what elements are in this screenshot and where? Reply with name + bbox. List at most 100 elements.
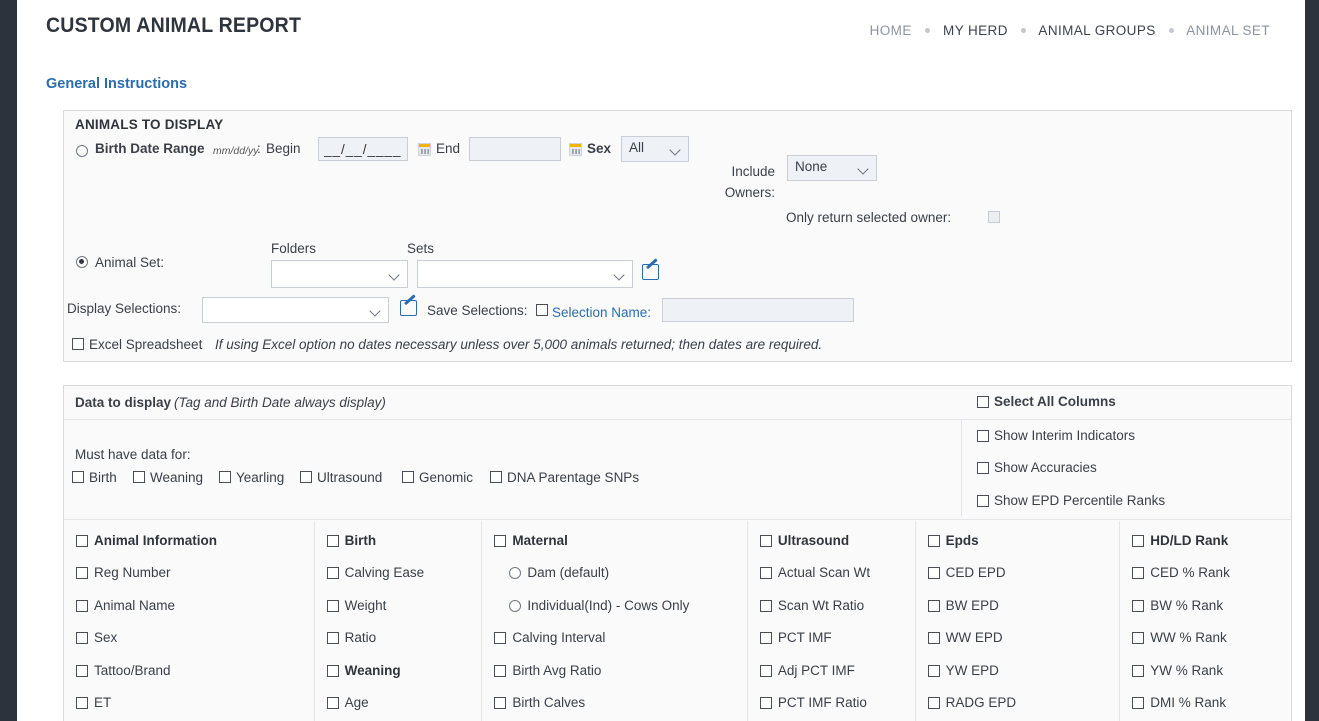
end-date-input[interactable]	[469, 137, 561, 161]
ww-epd-checkbox[interactable]	[927, 632, 940, 645]
display-selections-select[interactable]	[202, 297, 389, 323]
yw-epd-checkbox[interactable]	[927, 664, 940, 677]
row-actual-scan-wt[interactable]: Actual Scan Wt	[759, 566, 915, 598]
row-ww-epd[interactable]: WW EPD	[927, 631, 1120, 663]
selection-name-input[interactable]	[662, 298, 854, 322]
column-birth-checkbox[interactable]	[326, 535, 339, 547]
must-have-dna-parentage-snps-checkbox[interactable]	[490, 471, 502, 483]
row-bw-pct-rank[interactable]: BW % Rank	[1132, 598, 1291, 631]
scan-wt-ratio-checkbox[interactable]	[759, 599, 772, 612]
column-header-birth[interactable]: Birth	[326, 534, 482, 566]
edit-display-selections-icon[interactable]	[400, 300, 417, 316]
row-weaning-subheader[interactable]: Weaning	[326, 663, 482, 696]
row-ratio[interactable]: Ratio	[326, 631, 482, 663]
breadcrumb-item-animal-set[interactable]: ANIMAL SET	[1186, 23, 1270, 38]
weaning-checkbox[interactable]	[326, 664, 339, 677]
row-dmi-pct-rank[interactable]: DMI % Rank	[1132, 695, 1291, 721]
row-dam-default[interactable]: Dam (default)	[494, 566, 747, 598]
only-return-selected-owner-checkbox[interactable]	[988, 211, 1000, 223]
column-animal-information-checkbox[interactable]	[76, 535, 88, 547]
edit-sets-icon[interactable]	[642, 264, 659, 280]
column-epds-checkbox[interactable]	[927, 535, 940, 547]
ww-pct-rank-checkbox[interactable]	[1132, 632, 1145, 645]
column-header-epds[interactable]: Epds	[927, 534, 1120, 566]
row-ced-pct-rank[interactable]: CED % Rank	[1132, 566, 1291, 598]
breadcrumb-item-animal-groups[interactable]: ANIMAL GROUPS	[1038, 23, 1155, 38]
row-weight[interactable]: Weight	[326, 598, 482, 631]
show-interim-indicators-checkbox[interactable]	[977, 430, 989, 442]
general-instructions-link[interactable]: General Instructions	[46, 76, 187, 92]
must-have-ultrasound-checkbox[interactable]	[300, 471, 312, 483]
row-adj-pct-imf[interactable]: Adj PCT IMF	[759, 663, 915, 696]
ced-pct-rank-checkbox[interactable]	[1132, 567, 1145, 580]
calving-interval-checkbox[interactable]	[494, 632, 507, 645]
must-have-yearling-checkbox[interactable]	[219, 471, 231, 483]
row-sex[interactable]: Sex	[76, 631, 314, 663]
column-maternal-checkbox[interactable]	[494, 535, 507, 547]
begin-calendar-icon[interactable]	[418, 143, 431, 156]
column-header-hd-ld-rank[interactable]: HD/LD Rank	[1132, 534, 1291, 566]
actual-scan-wt-checkbox[interactable]	[759, 567, 772, 580]
row-bw-epd[interactable]: BW EPD	[927, 598, 1120, 631]
pct-imf-ratio-checkbox[interactable]	[759, 696, 772, 709]
radg-epd-checkbox[interactable]	[927, 696, 940, 709]
row-ww-pct-rank[interactable]: WW % Rank	[1132, 631, 1291, 663]
breadcrumb-item-home[interactable]: HOME	[870, 23, 912, 38]
row-pct-imf-ratio[interactable]: PCT IMF Ratio	[759, 695, 915, 721]
et-checkbox[interactable]	[76, 696, 88, 709]
weight-checkbox[interactable]	[326, 599, 339, 612]
column-hd-ld-rank-checkbox[interactable]	[1132, 535, 1145, 547]
sex-checkbox[interactable]	[76, 632, 88, 645]
row-yw-epd[interactable]: YW EPD	[927, 663, 1120, 696]
row-pct-imf[interactable]: PCT IMF	[759, 631, 915, 663]
birth-calves-checkbox[interactable]	[494, 696, 507, 709]
column-ultrasound-checkbox[interactable]	[759, 535, 772, 547]
age-checkbox[interactable]	[326, 696, 339, 709]
begin-date-input[interactable]	[318, 137, 408, 161]
row-age[interactable]: Age	[326, 695, 482, 721]
dmi-pct-rank-checkbox[interactable]	[1132, 696, 1145, 709]
sex-select[interactable]: All	[621, 136, 689, 162]
must-have-weaning-checkbox[interactable]	[133, 471, 145, 483]
reg-number-checkbox[interactable]	[76, 567, 88, 580]
column-header-ultrasound[interactable]: Ultrasound	[759, 534, 915, 566]
must-have-birth-checkbox[interactable]	[72, 471, 84, 483]
row-scan-wt-ratio[interactable]: Scan Wt Ratio	[759, 598, 915, 631]
row-animal-name[interactable]: Animal Name	[76, 598, 314, 631]
show-accuracies-checkbox[interactable]	[977, 462, 989, 474]
row-calving-ease[interactable]: Calving Ease	[326, 566, 482, 598]
end-calendar-icon[interactable]	[569, 143, 582, 156]
folders-select[interactable]	[271, 260, 408, 288]
column-header-animal-information[interactable]: Animal Information	[76, 534, 314, 566]
column-header-maternal[interactable]: Maternal	[494, 534, 747, 566]
dam-default-radio[interactable]	[509, 567, 522, 580]
birth-avg-ratio-checkbox[interactable]	[494, 664, 507, 677]
save-selections-checkbox[interactable]	[536, 304, 548, 316]
excel-spreadsheet-checkbox[interactable]	[72, 338, 84, 350]
tattoo-brand-checkbox[interactable]	[76, 664, 88, 677]
adj-pct-imf-checkbox[interactable]	[759, 664, 772, 677]
ced-epd-checkbox[interactable]	[927, 567, 940, 580]
bw-pct-rank-checkbox[interactable]	[1132, 599, 1145, 612]
row-birth-calves[interactable]: Birth Calves	[494, 695, 747, 721]
animal-name-checkbox[interactable]	[76, 599, 88, 612]
select-all-columns-checkbox[interactable]	[977, 396, 989, 408]
must-have-genomic-checkbox[interactable]	[402, 471, 414, 483]
pct-imf-checkbox[interactable]	[759, 632, 772, 645]
row-calving-interval[interactable]: Calving Interval	[494, 631, 747, 663]
row-tattoo-brand[interactable]: Tattoo/Brand	[76, 663, 314, 696]
row-radg-epd[interactable]: RADG EPD	[927, 695, 1120, 721]
calving-ease-checkbox[interactable]	[326, 567, 339, 580]
birth-date-range-radio[interactable]	[76, 145, 88, 157]
row-individual-cows-only[interactable]: Individual(Ind) - Cows Only	[494, 598, 747, 631]
individual-cows-only-radio[interactable]	[509, 599, 522, 612]
yw-pct-rank-checkbox[interactable]	[1132, 664, 1145, 677]
row-birth-avg-ratio[interactable]: Birth Avg Ratio	[494, 663, 747, 696]
include-owners-select[interactable]: None	[787, 155, 877, 181]
animal-set-radio[interactable]	[76, 256, 88, 268]
row-ced-epd[interactable]: CED EPD	[927, 566, 1120, 598]
row-et[interactable]: ET	[76, 695, 314, 721]
breadcrumb-item-my-herd[interactable]: MY HERD	[943, 23, 1008, 38]
row-reg-number[interactable]: Reg Number	[76, 566, 314, 598]
ratio-checkbox[interactable]	[326, 632, 339, 645]
